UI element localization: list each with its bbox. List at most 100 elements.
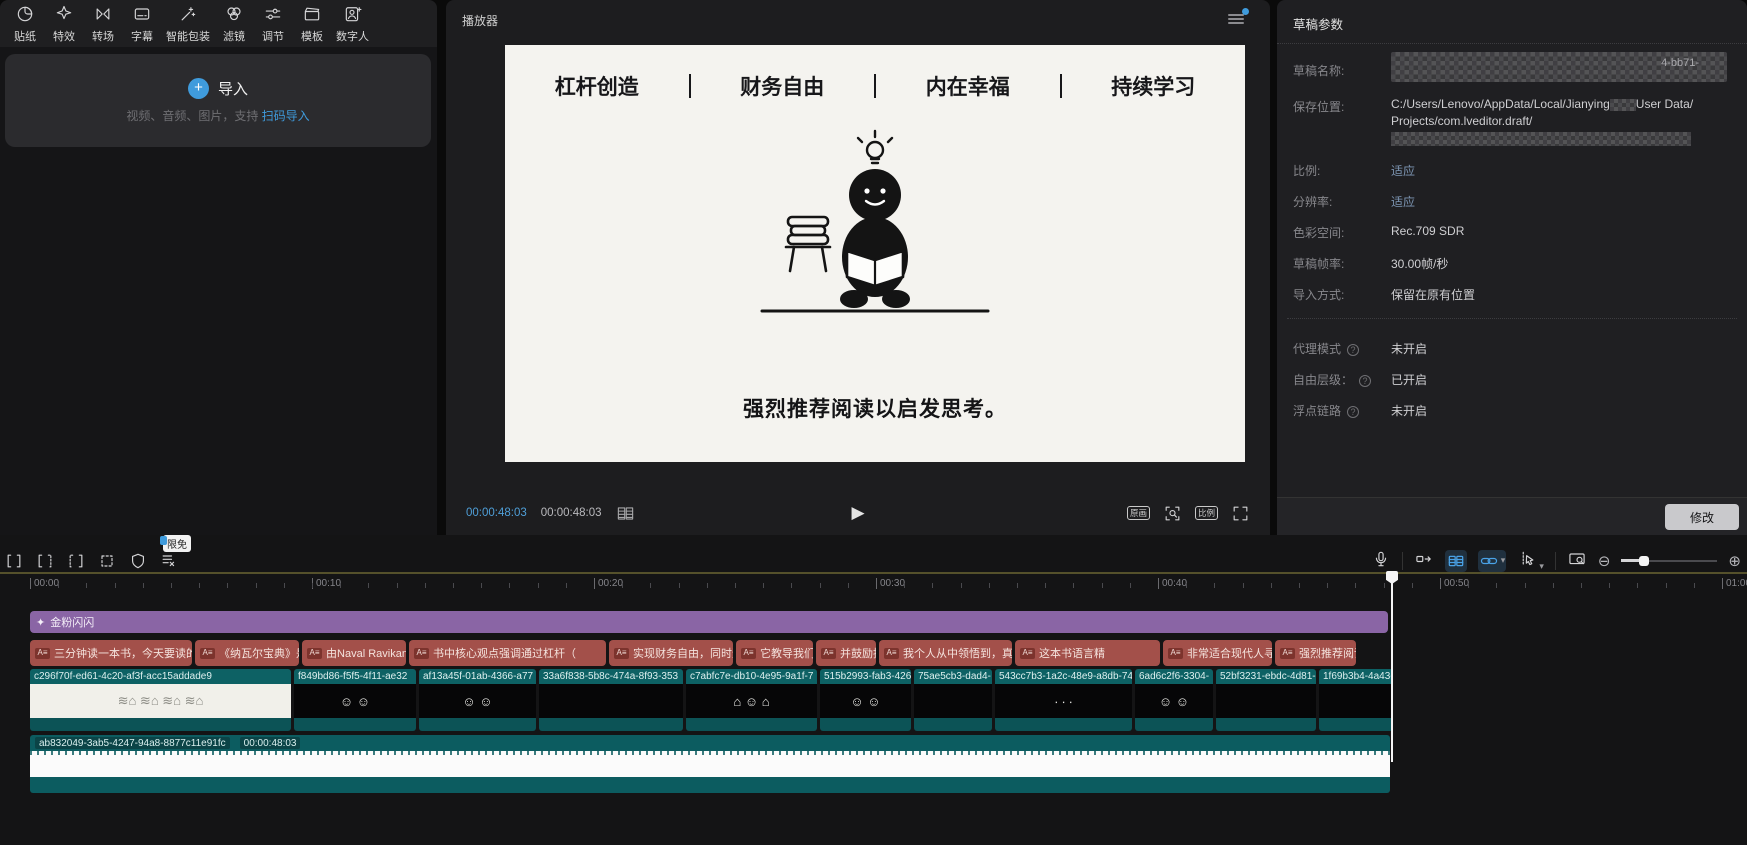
draft-field-label: 比例: <box>1293 162 1320 179</box>
video-clip[interactable]: c7abfc7e-db10-4e95-9a1f-7⌂ ☺ ⌂ <box>686 669 817 731</box>
scan-import-link[interactable]: 扫码导入 <box>262 109 310 123</box>
subtitle-clip[interactable]: A≡这本书语言精 <box>1015 640 1160 666</box>
toolbar-item-subtitle[interactable]: 字幕 <box>127 4 157 44</box>
toolbar-item-filter[interactable]: 滤镜 <box>219 4 249 44</box>
subtitle-clip[interactable]: A≡我个人从中领悟到，真正的富 <box>879 640 1012 666</box>
text-badge-icon: A≡ <box>1168 648 1183 659</box>
ruler-label: 01:00 <box>1726 578 1747 589</box>
draft-name-redacted: 4-bb71- <box>1391 52 1727 82</box>
text-badge-icon: A≡ <box>741 648 756 659</box>
text-badge-icon: A≡ <box>1280 648 1295 659</box>
ratio-button[interactable]: 比例 <box>1195 506 1218 521</box>
video-clip-thumbnails: ☺ ☺ <box>419 684 536 718</box>
toolbar-item-label: 贴纸 <box>14 28 36 44</box>
video-clip[interactable]: 6ad6c2f6-3304-☺ ☺ <box>1135 669 1213 731</box>
toolbar-item-effects[interactable]: 特效 <box>49 4 79 44</box>
ruler-minor-tick <box>115 583 116 588</box>
tool-trim-right-icon[interactable] <box>66 551 86 574</box>
tool-trim-left-icon[interactable] <box>35 551 55 574</box>
toolbar-item-label: 模板 <box>301 28 323 44</box>
frames-grid-icon[interactable] <box>616 504 635 523</box>
toolbar-item-transition[interactable]: 转场 <box>88 4 118 44</box>
help-icon[interactable]: ? <box>1359 375 1371 387</box>
help-icon[interactable]: ? <box>1347 344 1359 356</box>
video-clip-name: 33a6f838-5b8c-474a-8f93-353 <box>539 669 683 684</box>
subtitle-clip[interactable]: A≡《纳瓦尔宝典》是一本 <box>195 640 299 666</box>
ruler-minor-tick <box>312 583 313 588</box>
video-clip[interactable]: c296f70f-ed61-4c20-af3f-acc15addade9≋⌂ ≋… <box>30 669 291 731</box>
subtitle-clip[interactable]: A≡它教导我们，“用 <box>736 640 813 666</box>
draft-field-value[interactable]: 适应 <box>1391 193 1415 210</box>
playhead[interactable] <box>1391 573 1393 762</box>
subtitle-clip[interactable]: A≡强烈推荐阅读 <box>1275 640 1356 666</box>
zoom-in-icon[interactable]: ⊕ <box>1728 552 1741 570</box>
audio-track-clip[interactable]: ab832049-3ab5-4247-94a8-8877c11e91fc 00:… <box>30 735 1390 793</box>
video-clip[interactable]: 33a6f838-5b8c-474a-8f93-353 <box>539 669 683 731</box>
video-clip[interactable]: 75ae5cb3-dad4- <box>914 669 992 731</box>
modify-button[interactable]: 修改 <box>1665 504 1739 530</box>
video-clip[interactable]: 52bf3231-ebdc-4d81- <box>1216 669 1316 731</box>
tool-range-icon[interactable] <box>97 551 117 574</box>
subtitle-clip[interactable]: A≡非常适合现代人寻求 <box>1163 640 1272 666</box>
play-button[interactable]: ▶ <box>851 503 864 523</box>
draft-field-value[interactable]: 适应 <box>1391 162 1415 179</box>
focus-zoom-icon[interactable] <box>1163 504 1182 523</box>
subtitle-clip[interactable]: A≡书中核心观点强调通过杠杆（ <box>409 640 606 666</box>
adjust-icon <box>263 4 283 27</box>
reading-person-illustration <box>750 127 1000 342</box>
tool-shield-icon[interactable] <box>128 551 148 574</box>
mic-icon[interactable] <box>1371 549 1391 572</box>
subtitle-clip[interactable]: A≡三分钟读一本书，今天要读的是[美] 埃 <box>30 640 192 666</box>
video-clip[interactable]: 543cc7b3-1a2c-48e9-a8db-74∙ ∙ ∙ <box>995 669 1132 731</box>
preview-quality-icon[interactable] <box>1567 549 1587 572</box>
video-clip[interactable]: af13a45f-01ab-4366-a77☺ ☺ <box>419 669 536 731</box>
divider <box>1277 43 1747 44</box>
timeline-ruler[interactable]: 00:0000:1000:2000:3000:4000:5001:00 <box>0 572 1747 599</box>
subtitle-clip[interactable]: A≡并鼓励持续学 <box>816 640 876 666</box>
ruler-minor-tick <box>340 583 341 588</box>
snap-icon[interactable] <box>1414 549 1434 572</box>
quality-original-button[interactable]: 原画 <box>1127 506 1150 521</box>
draft-name-fragment: 4-bb71- <box>1661 57 1699 69</box>
draft-toggle-label: 自由层级：? <box>1293 371 1371 388</box>
tool-select-icon[interactable] <box>4 551 24 574</box>
video-preview[interactable]: 杠杆创造财务自由内在幸福持续学习 强烈推荐阅读以启发思考。 <box>505 45 1245 462</box>
timeline-zoom-slider[interactable] <box>1621 555 1717 567</box>
subtitle-clip[interactable]: A≡由Naval Ravikant的思 <box>302 640 406 666</box>
toolbar-item-digital-human[interactable]: 数字人 <box>336 4 369 44</box>
video-clip[interactable]: 1f69b3b4-4a43- <box>1319 669 1393 731</box>
video-clip-thumbnails: ☺ ☺ <box>820 684 911 718</box>
import-button[interactable]: + 导入 <box>188 78 248 99</box>
ruler-minor-tick <box>1412 583 1413 588</box>
chevron-down-icon[interactable]: ▾ <box>1501 555 1506 566</box>
ruler-minor-tick <box>397 583 398 588</box>
import-card: + 导入 视频、音频、图片，支持 扫码导入 <box>5 54 431 147</box>
chevron-down-icon[interactable]: ▾ <box>1539 561 1544 571</box>
effect-track-clip[interactable]: ✦ 金粉闪闪 <box>30 611 1388 633</box>
video-clip-thumbnails <box>1216 684 1316 718</box>
toolbar-item-adjust[interactable]: 调节 <box>258 4 288 44</box>
preview-frames-icon[interactable] <box>1445 550 1467 572</box>
tool-text-clear-icon[interactable] <box>159 551 179 574</box>
toolbar-item-template[interactable]: 模板 <box>297 4 327 44</box>
video-clip[interactable]: f849bd86-f5f5-4f11-ae32☺ ☺ <box>294 669 416 731</box>
help-icon[interactable]: ? <box>1347 406 1359 418</box>
toolbar-item-smart-package[interactable]: 智能包装 <box>166 4 210 44</box>
cursor-mode[interactable]: ▾ <box>1517 549 1544 572</box>
toolbar-item-sticker[interactable]: 贴纸 <box>10 4 40 44</box>
zoom-out-icon[interactable]: ⊖ <box>1598 552 1611 570</box>
text-badge-icon: A≡ <box>821 648 836 659</box>
video-tabs: 杠杆创造财务自由内在幸福持续学习 <box>505 71 1245 101</box>
slider-handle[interactable] <box>1639 556 1649 566</box>
fullscreen-icon[interactable] <box>1231 504 1250 523</box>
player-menu-icon[interactable] <box>1228 12 1244 26</box>
ruler-minor-tick <box>622 583 623 588</box>
toolbar-item-label: 转场 <box>92 28 114 44</box>
draft-field-label: 导入方式: <box>1293 286 1344 303</box>
subtitle-clip[interactable]: A≡实现财务自由，同时追求内 <box>609 640 733 666</box>
video-clip[interactable]: 515b2993-fab3-426☺ ☺ <box>820 669 911 731</box>
save-path-redacted-2 <box>1391 132 1691 146</box>
link-toggle[interactable]: ▾ <box>1478 550 1507 572</box>
video-clip-name: 1f69b3b4-4a43- <box>1319 669 1393 684</box>
ruler-minor-tick <box>1045 583 1046 588</box>
